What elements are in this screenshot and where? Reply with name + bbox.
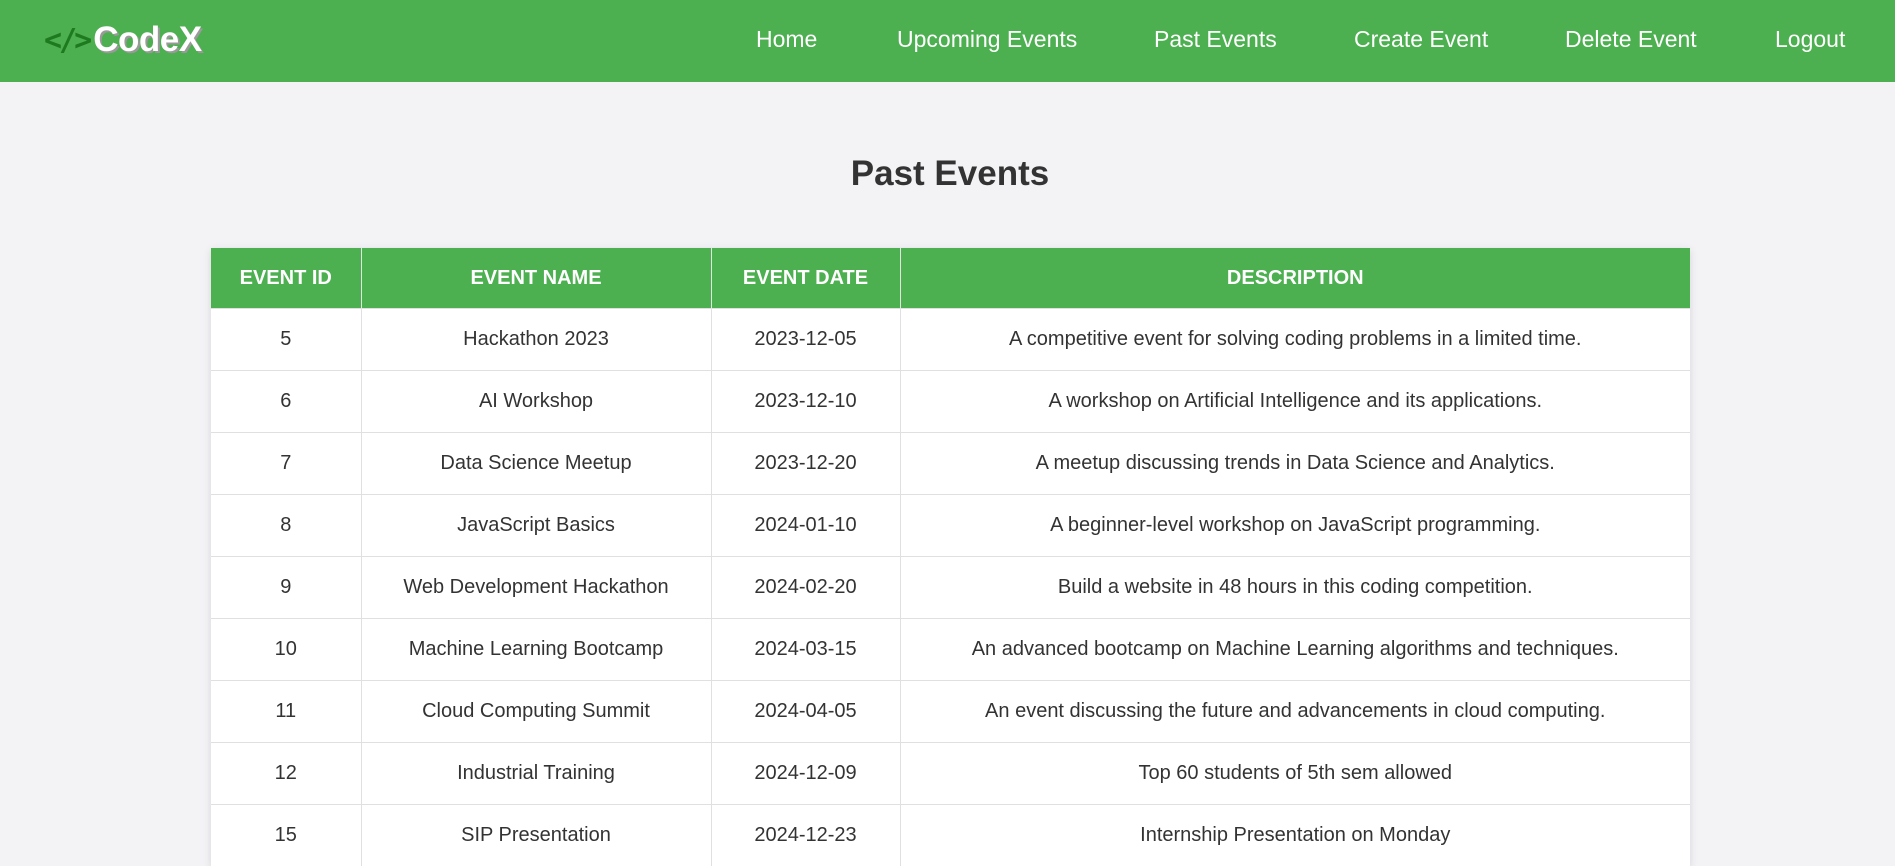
event-name-cell: SIP Presentation <box>361 805 711 866</box>
event-name-cell: Machine Learning Bootcamp <box>361 619 711 681</box>
column-header-event-id: EVENT ID <box>211 248 361 309</box>
event-id-cell: 15 <box>211 805 361 866</box>
event-id-cell: 12 <box>211 743 361 805</box>
table-row: 11 Cloud Computing Summit 2024-04-05 An … <box>211 681 1690 743</box>
column-header-description: DESCRIPTION <box>900 248 1690 309</box>
event-date-cell: 2024-12-09 <box>711 743 900 805</box>
event-description-cell: A beginner-level workshop on JavaScript … <box>900 495 1690 557</box>
nav-link-logout[interactable]: Logout <box>1775 26 1845 53</box>
nav-link-home[interactable]: Home <box>756 26 817 53</box>
table-row: 9 Web Development Hackathon 2024-02-20 B… <box>211 557 1690 619</box>
table-row: 15 SIP Presentation 2024-12-23 Internshi… <box>211 805 1690 866</box>
event-description-cell: A meetup discussing trends in Data Scien… <box>900 433 1690 495</box>
event-name-cell: Cloud Computing Summit <box>361 681 711 743</box>
event-date-cell: 2024-03-15 <box>711 619 900 681</box>
event-id-cell: 8 <box>211 495 361 557</box>
event-name-cell: JavaScript Basics <box>361 495 711 557</box>
nav-link-create-event[interactable]: Create Event <box>1354 26 1488 53</box>
event-date-cell: 2024-04-05 <box>711 681 900 743</box>
events-table-container: EVENT ID EVENT NAME EVENT DATE DESCRIPTI… <box>211 248 1690 866</box>
nav-link-delete-event[interactable]: Delete Event <box>1565 26 1697 53</box>
top-navbar: </> CodeX Home Upcoming Events Past Even… <box>0 0 1895 82</box>
event-date-cell: 2023-12-20 <box>711 433 900 495</box>
event-description-cell: An event discussing the future and advan… <box>900 681 1690 743</box>
event-description-cell: Internship Presentation on Monday <box>900 805 1690 866</box>
event-id-cell: 7 <box>211 433 361 495</box>
event-date-cell: 2023-12-10 <box>711 371 900 433</box>
event-description-cell: A workshop on Artificial Intelligence an… <box>900 371 1690 433</box>
event-date-cell: 2024-01-10 <box>711 495 900 557</box>
event-name-cell: Web Development Hackathon <box>361 557 711 619</box>
event-date-cell: 2024-12-23 <box>711 805 900 866</box>
table-row: 12 Industrial Training 2024-12-09 Top 60… <box>211 743 1690 805</box>
column-header-event-date: EVENT DATE <box>711 248 900 309</box>
logo-text: CodeX <box>93 20 201 60</box>
event-name-cell: Data Science Meetup <box>361 433 711 495</box>
past-events-table: EVENT ID EVENT NAME EVENT DATE DESCRIPTI… <box>211 248 1690 866</box>
event-id-cell: 5 <box>211 309 361 371</box>
table-row: 6 AI Workshop 2023-12-10 A workshop on A… <box>211 371 1690 433</box>
code-brackets-icon: </> <box>44 23 89 58</box>
logo[interactable]: </> CodeX <box>44 18 202 62</box>
event-id-cell: 6 <box>211 371 361 433</box>
event-id-cell: 11 <box>211 681 361 743</box>
event-description-cell: An advanced bootcamp on Machine Learning… <box>900 619 1690 681</box>
page-title: Past Events <box>0 154 1895 194</box>
event-description-cell: Top 60 students of 5th sem allowed <box>900 743 1690 805</box>
nav-link-past-events[interactable]: Past Events <box>1154 26 1277 53</box>
table-header-row: EVENT ID EVENT NAME EVENT DATE DESCRIPTI… <box>211 248 1690 309</box>
event-name-cell: Hackathon 2023 <box>361 309 711 371</box>
event-description-cell: Build a website in 48 hours in this codi… <box>900 557 1690 619</box>
event-description-cell: A competitive event for solving coding p… <box>900 309 1690 371</box>
table-row: 10 Machine Learning Bootcamp 2024-03-15 … <box>211 619 1690 681</box>
nav-link-upcoming-events[interactable]: Upcoming Events <box>897 26 1077 53</box>
table-row: 5 Hackathon 2023 2023-12-05 A competitiv… <box>211 309 1690 371</box>
event-id-cell: 9 <box>211 557 361 619</box>
event-date-cell: 2024-02-20 <box>711 557 900 619</box>
table-row: 7 Data Science Meetup 2023-12-20 A meetu… <box>211 433 1690 495</box>
event-name-cell: AI Workshop <box>361 371 711 433</box>
event-date-cell: 2023-12-05 <box>711 309 900 371</box>
event-id-cell: 10 <box>211 619 361 681</box>
event-name-cell: Industrial Training <box>361 743 711 805</box>
table-row: 8 JavaScript Basics 2024-01-10 A beginne… <box>211 495 1690 557</box>
column-header-event-name: EVENT NAME <box>361 248 711 309</box>
